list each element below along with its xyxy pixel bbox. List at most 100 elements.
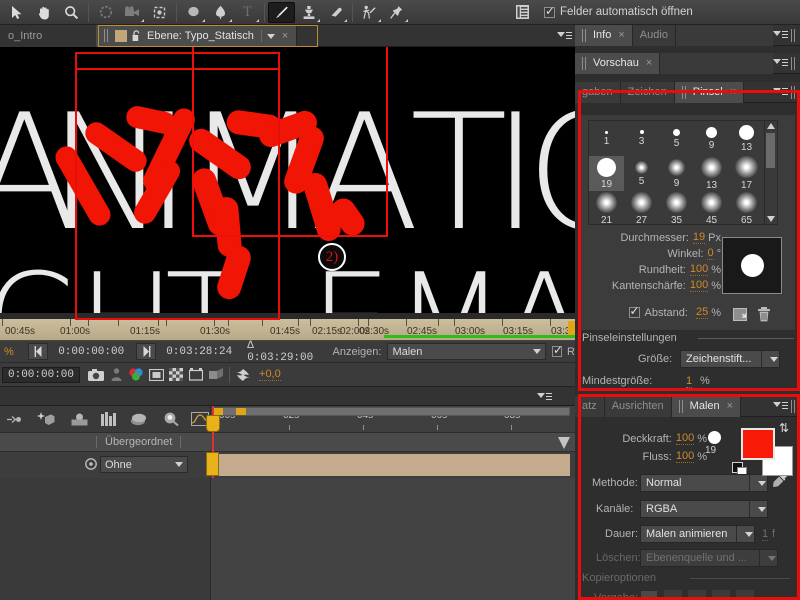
selection-tool[interactable]: [4, 2, 31, 23]
brush-diameter-value[interactable]: 19: [693, 231, 705, 244]
brush-cell[interactable]: 45: [694, 191, 729, 226]
brush-cell[interactable]: 35: [659, 191, 694, 226]
current-time-indicator-head[interactable]: [206, 415, 220, 432]
close-icon[interactable]: ×: [618, 29, 624, 41]
brush-cell[interactable]: 13: [694, 156, 729, 191]
mask-icon[interactable]: [161, 410, 181, 428]
tab-character[interactable]: Zeichen: [621, 82, 675, 103]
offset-value[interactable]: +0,0: [259, 368, 281, 381]
info-panel-menu-icon[interactable]: [773, 30, 787, 40]
pen-tool[interactable]: [207, 2, 234, 23]
search-icon[interactable]: [4, 410, 24, 428]
paint-panel-menu-icon[interactable]: [773, 401, 787, 411]
snapshot-icon[interactable]: [86, 366, 106, 384]
viewer-time-ruler[interactable]: 00:45s 01:00s 01:15s 01:30s 01:45s 02:00…: [0, 319, 575, 341]
brush-spacing-checkbox[interactable]: [629, 307, 640, 318]
out-point-value[interactable]: 0:03:28:24: [161, 345, 237, 359]
tab-preview[interactable]: Vorschau ×: [575, 53, 660, 74]
paint-duration-dropdown[interactable]: Malen animieren: [640, 525, 755, 543]
brush-min-size-value[interactable]: 1: [686, 375, 692, 388]
brush-cell[interactable]: 1: [589, 121, 624, 156]
brush-cell[interactable]: 9: [659, 156, 694, 191]
set-out-point-button[interactable]: [136, 343, 156, 360]
layer-duration-bar[interactable]: [215, 454, 570, 476]
hand-tool[interactable]: [31, 2, 58, 23]
brush-size-dropdown[interactable]: Zeichenstift...: [680, 350, 780, 368]
region-of-interest-icon[interactable]: [146, 366, 166, 384]
paint-opacity-value[interactable]: 100: [676, 432, 694, 445]
brush-cell[interactable]: 5: [659, 121, 694, 156]
brush-cell[interactable]: 19: [589, 156, 624, 191]
solo-icon[interactable]: [69, 410, 89, 428]
close-icon[interactable]: ×: [727, 400, 733, 412]
zoom-value[interactable]: %: [4, 346, 14, 358]
channels-icon[interactable]: [126, 366, 146, 384]
workspace-icon[interactable]: [509, 2, 536, 23]
transparency-grid-icon[interactable]: [166, 366, 186, 384]
roto-brush-tool[interactable]: [356, 2, 383, 23]
brush-roundness-value[interactable]: 100: [690, 263, 708, 276]
composition-viewer[interactable]: A N I M A T I O C H T E M A: [0, 47, 575, 319]
tab-audio[interactable]: Audio: [633, 25, 676, 46]
tab-info[interactable]: Info ×: [575, 25, 633, 46]
layer-in-point-handle[interactable]: [206, 452, 219, 476]
panel-menu-icon[interactable]: [557, 31, 571, 41]
brush-cell[interactable]: 17: [729, 156, 764, 191]
ram-checkbox[interactable]: [552, 346, 562, 357]
tab-effect-controls[interactable]: gaben: [575, 82, 621, 103]
pan-behind-tool[interactable]: [146, 2, 173, 23]
foreground-color-swatch[interactable]: [741, 428, 775, 460]
clone-stamp-tool[interactable]: [295, 2, 322, 23]
scroll-down-icon[interactable]: [767, 216, 775, 222]
layers-icon[interactable]: [129, 410, 149, 428]
brush-cell[interactable]: 27: [624, 191, 659, 226]
show-dropdown[interactable]: Malen: [387, 343, 546, 360]
brush-spacing-value[interactable]: 25: [696, 306, 708, 319]
paint-method-dropdown[interactable]: Normal: [640, 474, 768, 492]
set-in-point-button[interactable]: [28, 343, 48, 360]
effects-icon[interactable]: [36, 410, 56, 428]
brush-panel-menu-icon[interactable]: [773, 87, 787, 97]
close-icon[interactable]: ×: [730, 86, 736, 98]
scroll-up-icon[interactable]: [767, 123, 775, 129]
brush-angle-value[interactable]: 0: [707, 247, 713, 260]
brush-cell[interactable]: 65: [729, 191, 764, 226]
puppet-pin-tool[interactable]: [383, 2, 410, 23]
zoom-tool[interactable]: [58, 2, 85, 23]
brush-cell[interactable]: 5: [624, 156, 659, 191]
show-snapshot-icon[interactable]: [106, 366, 126, 384]
type-tool[interactable]: T: [234, 2, 261, 23]
brush-cell[interactable]: 9: [694, 121, 729, 156]
brush-tool[interactable]: [268, 2, 295, 23]
brush-cell[interactable]: 21: [589, 191, 624, 226]
close-icon[interactable]: ×: [646, 57, 652, 69]
paint-brush-indicator[interactable]: [708, 431, 721, 444]
auto-open-checkbox[interactable]: [544, 7, 555, 18]
swap-colors-icon[interactable]: ⇅: [779, 421, 789, 435]
eraser-tool[interactable]: [322, 2, 349, 23]
work-area-bar[interactable]: [212, 407, 570, 416]
tab-align[interactable]: Ausrichten: [605, 396, 672, 417]
paint-channels-dropdown[interactable]: RGBA: [640, 500, 768, 518]
paint-preset-slots[interactable]: [640, 590, 754, 600]
timeline-panel-menu-icon[interactable]: [537, 392, 551, 402]
brush-hardness-value[interactable]: 100: [690, 279, 708, 292]
default-colors-icon[interactable]: [732, 462, 743, 473]
parent-pickwhip-icon[interactable]: [84, 457, 98, 471]
tab-brushes[interactable]: Pinsel ×: [675, 82, 744, 103]
layer-shy-icon[interactable]: [557, 436, 571, 450]
paint-flow-value[interactable]: 100: [676, 450, 694, 463]
brush-cell[interactable]: 13: [729, 121, 764, 156]
in-point-value[interactable]: 0:00:00:00: [53, 345, 129, 359]
comp-tab-background[interactable]: o_Intro: [0, 25, 96, 47]
trash-icon[interactable]: [757, 307, 771, 322]
current-time-value[interactable]: 0:00:00:00: [2, 367, 80, 383]
composition-icon[interactable]: [99, 410, 119, 428]
3d-view-icon[interactable]: [206, 366, 226, 384]
work-area-end-handle[interactable]: [568, 321, 575, 335]
shape-tool[interactable]: [180, 2, 207, 23]
preview-panel-menu-icon[interactable]: [773, 58, 787, 68]
parent-dropdown[interactable]: Ohne: [100, 456, 188, 473]
brush-cell[interactable]: 3: [624, 121, 659, 156]
guides-icon[interactable]: [186, 366, 206, 384]
